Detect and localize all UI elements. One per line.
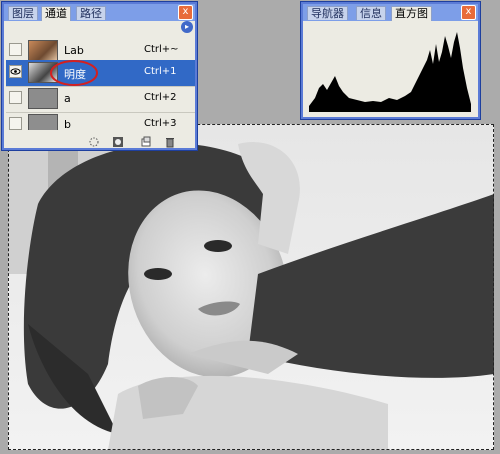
tab-channels[interactable]: 通道 <box>41 6 71 21</box>
channel-row-lightness[interactable]: 明度 Ctrl+1 <box>6 60 195 87</box>
image-canvas[interactable] <box>8 124 494 450</box>
thumbnail-a <box>28 88 58 109</box>
highlight-ellipse <box>50 60 98 86</box>
tab-paths[interactable]: 路径 <box>76 6 106 20</box>
channels-footer <box>4 130 195 148</box>
channel-row-a[interactable]: a Ctrl+2 <box>6 86 195 113</box>
channel-shortcut: Ctrl+3 <box>144 118 177 129</box>
histogram-graph <box>309 28 471 112</box>
thumbnail-lab <box>28 40 58 61</box>
tab-layers[interactable]: 图层 <box>8 6 38 20</box>
tab-info[interactable]: 信息 <box>356 6 386 20</box>
close-icon[interactable]: x <box>178 5 193 20</box>
close-icon[interactable]: x <box>461 5 476 20</box>
dotted-circle-icon[interactable] <box>88 133 100 147</box>
eye-icon[interactable] <box>9 65 22 78</box>
visibility-toggle[interactable] <box>9 117 22 130</box>
palette-menu-icon[interactable]: ▸ <box>181 21 193 33</box>
channels-palette: 图层 通道 路径 x ▸ Lab Ctrl+~ 明度 Ctrl+1 a Ctrl… <box>2 2 197 150</box>
channel-shortcut: Ctrl+1 <box>144 66 177 77</box>
histogram-palette: 导航器 信息 直方图 x <box>301 2 480 119</box>
visibility-toggle[interactable] <box>9 91 22 104</box>
trash-icon[interactable] <box>164 133 176 148</box>
channel-name: a <box>64 92 71 105</box>
channel-mask-icon[interactable] <box>112 133 124 147</box>
tab-navigator[interactable]: 导航器 <box>307 6 348 20</box>
photo-grayscale-portrait <box>8 124 494 450</box>
new-channel-icon[interactable] <box>140 133 152 147</box>
tab-histogram[interactable]: 直方图 <box>391 6 432 21</box>
channels-tabbar: 图层 通道 路径 x <box>4 4 195 21</box>
histogram-tabbar: 导航器 信息 直方图 x <box>303 4 478 21</box>
visibility-toggle[interactable] <box>9 43 22 56</box>
channel-name: Lab <box>64 44 84 57</box>
channel-shortcut: Ctrl+2 <box>144 92 177 103</box>
channel-shortcut: Ctrl+~ <box>144 44 179 55</box>
